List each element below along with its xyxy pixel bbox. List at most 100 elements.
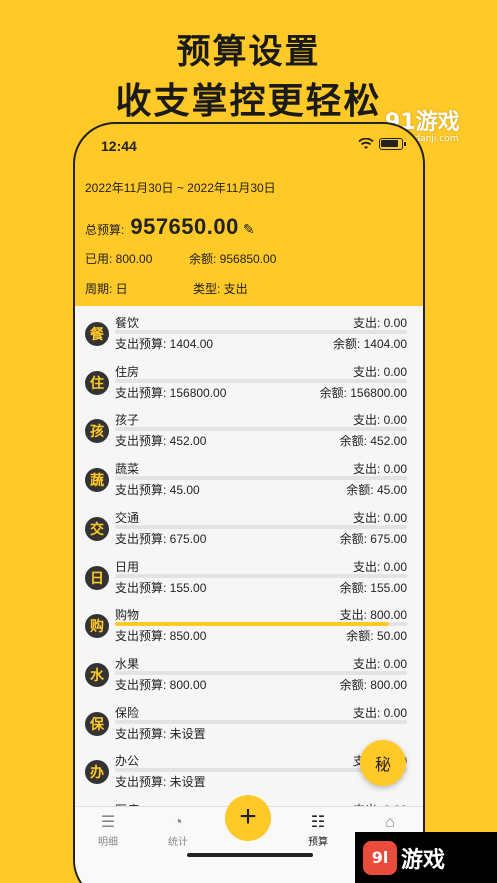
category-row[interactable]: 住 住房 支出: 0.00 支出预算: 156800.00 余额: 156800…: [75, 359, 423, 408]
tab-budget[interactable]: ☷ 预算: [293, 813, 343, 848]
category-remaining: 余额: 800.00: [339, 677, 407, 692]
category-icon: 办: [85, 760, 109, 785]
tab-detail[interactable]: ☰ 明细: [83, 813, 133, 848]
category-name: 保险: [115, 705, 140, 720]
category-progress-bar: [115, 476, 407, 481]
used-remaining-row: 已用: 800.00 余额: 956850.00: [85, 250, 276, 267]
category-spent: 支出: 0.00: [352, 559, 407, 574]
type-selector[interactable]: 类型: 支出: [193, 280, 248, 297]
category-name: 水果: [115, 656, 140, 671]
category-spent: 支出: 0.00: [352, 413, 407, 428]
watermark-bottom-text: 游戏: [401, 847, 446, 873]
period-selector[interactable]: 周期: 日: [85, 280, 193, 297]
category-remaining: 余额: 50.00: [346, 629, 407, 644]
tab-detail-label: 明细: [98, 837, 118, 848]
category-name: 办公: [115, 754, 140, 769]
category-row[interactable]: 蔬 蔬菜 支出: 0.00 支出预算: 45.00 余额: 45.00: [75, 456, 423, 505]
edit-icon[interactable]: ✎: [243, 221, 255, 238]
category-budget: 支出预算: 156800.00: [115, 385, 227, 400]
category-row[interactable]: 购 购物 支出: 800.00 支出预算: 850.00 余额: 50.00: [75, 602, 423, 651]
category-row[interactable]: 保 保险 支出: 0.00 支出预算: 未设置: [75, 700, 423, 749]
total-budget-row[interactable]: 总预算: 957650.00 ✎: [85, 214, 255, 240]
pie-chart-icon: ◔: [173, 814, 183, 831]
category-spent: 支出: 0.00: [352, 316, 407, 330]
category-row[interactable]: 日 日用 支出: 0.00 支出预算: 155.00 余额: 155.00: [75, 554, 423, 603]
category-icon: 孩: [85, 419, 109, 444]
date-range-selector[interactable]: 2022年11月30日 ~ 2022年11月30日: [85, 179, 276, 196]
category-spent: 支出: 800.00: [339, 608, 407, 623]
category-budget: 支出预算: 850.00: [115, 629, 207, 644]
category-progress-bar: [115, 524, 407, 529]
category-icon: 水: [85, 662, 109, 687]
category-name: 购物: [115, 608, 140, 623]
total-budget-label: 总预算:: [85, 223, 125, 237]
add-record-button[interactable]: +: [225, 795, 271, 841]
sliders-icon: ☷: [310, 814, 326, 831]
category-progress-bar: [115, 670, 407, 675]
status-icons: [358, 138, 406, 150]
category-icon: 蔬: [85, 468, 109, 493]
period-type-row: 周期: 日 类型: 支出: [85, 280, 248, 297]
category-icon: 住: [85, 370, 109, 395]
category-budget: 支出预算: 45.00: [115, 483, 200, 498]
category-icon: 保: [85, 711, 109, 736]
category-remaining: 余额: 45.00: [346, 483, 407, 498]
watermark-badge: 9l: [363, 840, 397, 875]
promo-headline-line1: 预算设置: [176, 32, 321, 72]
category-budget: 支出预算: 452.00: [115, 434, 207, 449]
wifi-icon: [358, 138, 374, 149]
total-budget-value: 957650.00: [130, 214, 239, 239]
category-row[interactable]: 水 水果 支出: 0.00 支出预算: 800.00 余额: 800.00: [75, 651, 423, 700]
category-spent: 支出: 0.00: [352, 462, 407, 477]
used-amount: 已用: 800.00: [85, 252, 153, 266]
category-progress-bar: [115, 378, 407, 383]
list-icon: ☰: [100, 814, 116, 831]
category-name: 蔬菜: [115, 462, 140, 477]
category-name: 孩子: [115, 413, 140, 428]
category-remaining: 余额: 675.00: [339, 531, 407, 546]
category-row[interactable]: 交 交通 支出: 0.00 支出预算: 675.00 余额: 675.00: [75, 505, 423, 554]
category-progress-bar: [115, 573, 407, 578]
category-name: 住房: [115, 364, 140, 379]
category-budget: 支出预算: 675.00: [115, 531, 207, 546]
category-name: 交通: [115, 510, 140, 525]
category-name: 餐饮: [115, 316, 140, 330]
home-indicator: [187, 853, 313, 857]
home-icon: ⌂: [385, 814, 395, 831]
status-time: 12:44: [101, 138, 137, 154]
category-row[interactable]: 孩 孩子 支出: 0.00 支出预算: 452.00 余额: 452.00: [75, 407, 423, 456]
category-budget: 支出预算: 未设置: [115, 726, 206, 741]
secret-fab-button[interactable]: 秘: [360, 740, 406, 786]
status-bar: 12:44: [75, 124, 423, 168]
watermark-bottom: 9l 游戏: [355, 832, 497, 883]
category-remaining: 余额: 156800.00: [319, 385, 407, 400]
category-name: 日用: [115, 559, 140, 574]
category-row[interactable]: 餐 餐饮 支出: 0.00 支出预算: 1404.00 余额: 1404.00: [75, 310, 423, 359]
category-icon: 交: [85, 516, 109, 541]
category-budget-list[interactable]: 餐 餐饮 支出: 0.00 支出预算: 1404.00 余额: 1404.00 …: [75, 306, 423, 806]
category-remaining: 余额: 1404.00: [332, 337, 407, 351]
category-icon: 日: [85, 565, 109, 590]
tab-stats[interactable]: ◔ 统计: [153, 813, 203, 848]
phone-frame: 12:44 2022年11月30日 ~ 2022年11月30日 总预算: 957…: [73, 122, 425, 883]
category-spent: 支出: 0.00: [352, 364, 407, 379]
category-progress-bar: [115, 622, 407, 627]
category-spent: 支出: 0.00: [352, 705, 407, 720]
tab-home[interactable]: ⌂: [365, 813, 415, 833]
category-icon: 餐: [85, 322, 109, 346]
category-icon: 购: [85, 614, 109, 639]
category-budget: 支出预算: 155.00: [115, 580, 207, 595]
category-budget: 支出预算: 1404.00: [115, 337, 214, 351]
category-progress-bar: [115, 719, 407, 724]
category-remaining: 余额: 155.00: [339, 580, 407, 595]
remaining-amount: 余额: 956850.00: [189, 252, 277, 266]
category-spent: 支出: 0.00: [352, 656, 407, 671]
category-remaining: 余额: 452.00: [339, 434, 407, 449]
tab-budget-label: 预算: [308, 837, 328, 848]
category-spent: 支出: 0.00: [352, 510, 407, 525]
category-progress-bar: [115, 427, 407, 432]
category-progress-bar: [115, 330, 407, 334]
category-budget: 支出预算: 未设置: [115, 775, 206, 790]
tab-stats-label: 统计: [168, 837, 188, 848]
category-budget: 支出预算: 800.00: [115, 677, 207, 692]
